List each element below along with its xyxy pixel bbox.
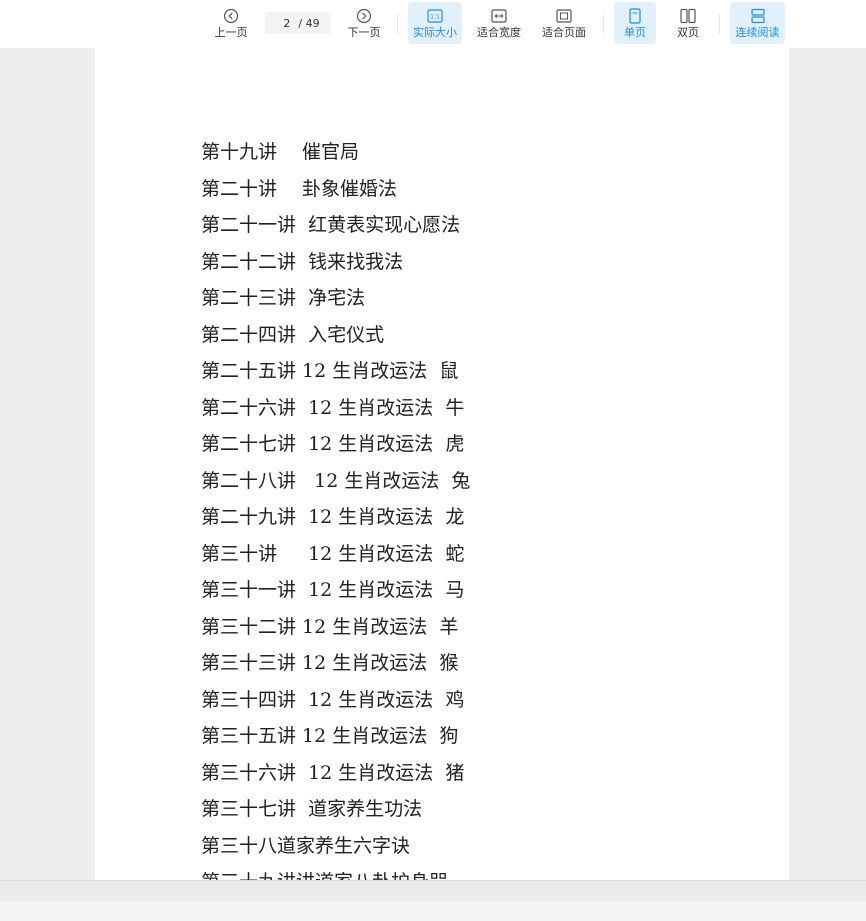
next-page-label: 下一页: [347, 26, 381, 39]
toc-line: 第十九讲 催官局: [201, 141, 360, 163]
toc-line: 第三十四讲 12 生肖改运法 鸡: [201, 688, 465, 711]
chevron-right-circle-icon: [356, 7, 372, 24]
fit-page-icon: [556, 7, 572, 24]
toolbar-divider: [603, 14, 604, 34]
actual-size-icon: 1:1: [427, 7, 443, 24]
double-page-label: 双页: [677, 26, 699, 39]
toc-line: 第三十五讲 12 生肖改运法 狗: [201, 725, 459, 747]
single-page-label: 单页: [624, 26, 646, 39]
svg-text:1:1: 1:1: [430, 13, 440, 20]
prev-page-button[interactable]: 上一页: [208, 2, 254, 44]
toc-line: 第三十三讲 12 生肖改运法 猴: [201, 652, 459, 674]
toc-line: 第三十讲 12 生肖改运法 蛇: [201, 542, 465, 565]
toc-line: 第三十八道家养生六字诀: [201, 834, 411, 857]
continuous-reading-button[interactable]: 连续阅读: [730, 2, 785, 44]
toc-line: 第二十四讲 入宅仪式: [201, 323, 385, 346]
continuous-reading-icon: [750, 7, 766, 24]
table-of-contents: 第十九讲 催官局 第二十讲 卦象催婚法 第二十一讲 红黄表实现心愿法 第二十二讲…: [201, 137, 470, 880]
page-indicator: / 49: [265, 12, 331, 34]
fit-page-label: 适合页面: [542, 26, 586, 39]
toc-line: 第二十六讲 12 生肖改运法 牛: [201, 396, 465, 419]
toc-line: 第二十二讲 钱来找我法: [201, 250, 404, 273]
prev-page-label: 上一页: [214, 26, 248, 39]
bottom-bar: [0, 880, 866, 921]
toolbar-divider: [719, 14, 720, 34]
viewer-toolbar: 上一页 / 49 下一页 1:1 实际大小 适合宽度 适合页面 单页: [0, 0, 866, 48]
toc-line: 第二十五讲 12 生肖改运法 鼠: [201, 360, 459, 382]
chevron-left-circle-icon: [223, 7, 239, 24]
actual-size-label: 实际大小: [413, 26, 457, 39]
toc-line: 第二十九讲 12 生肖改运法 龙: [201, 506, 465, 528]
toc-line: 第二十一讲 红黄表实现心愿法: [201, 214, 461, 236]
fit-width-icon: [491, 7, 507, 24]
toc-line: 第三十七讲 道家养生功法: [201, 798, 423, 820]
single-page-icon: [628, 7, 642, 24]
document-viewport[interactable]: 第十九讲 催官局 第二十讲 卦象催婚法 第二十一讲 红黄表实现心愿法 第二十二讲…: [0, 48, 866, 880]
toc-line: 第三十二讲 12 生肖改运法 羊: [201, 615, 459, 638]
current-page-input[interactable]: [276, 16, 291, 30]
toc-line: 第三十六讲 12 生肖改运法 猪: [201, 761, 465, 784]
next-page-button[interactable]: 下一页: [341, 2, 387, 44]
total-pages-label: / 49: [298, 16, 320, 30]
fit-width-button[interactable]: 适合宽度: [472, 2, 526, 44]
toc-line: 第二十七讲 12 生肖改运法 虎: [201, 433, 465, 455]
double-page-button[interactable]: 双页: [667, 2, 709, 44]
toc-line: 第二十八讲 12 生肖改运法 兔: [201, 469, 471, 492]
actual-size-button[interactable]: 1:1 实际大小: [408, 2, 462, 44]
toc-line: 第二十讲 卦象催婚法: [201, 177, 398, 200]
fit-width-label: 适合宽度: [477, 26, 521, 39]
continuous-reading-label: 连续阅读: [735, 26, 780, 39]
bottom-bar-strip: [0, 901, 866, 921]
single-page-button[interactable]: 单页: [614, 2, 656, 44]
double-page-icon: [680, 7, 696, 24]
fit-page-button[interactable]: 适合页面: [537, 2, 591, 44]
toolbar-divider: [397, 14, 398, 34]
document-page: 第十九讲 催官局 第二十讲 卦象催婚法 第二十一讲 红黄表实现心愿法 第二十二讲…: [95, 48, 789, 880]
toc-line: 第三十一讲 12 生肖改运法 马: [201, 579, 465, 601]
toc-line: 第三十九讲讲道家八卦护身咒: [201, 867, 470, 880]
toc-line: 第二十三讲 净宅法: [201, 287, 366, 309]
